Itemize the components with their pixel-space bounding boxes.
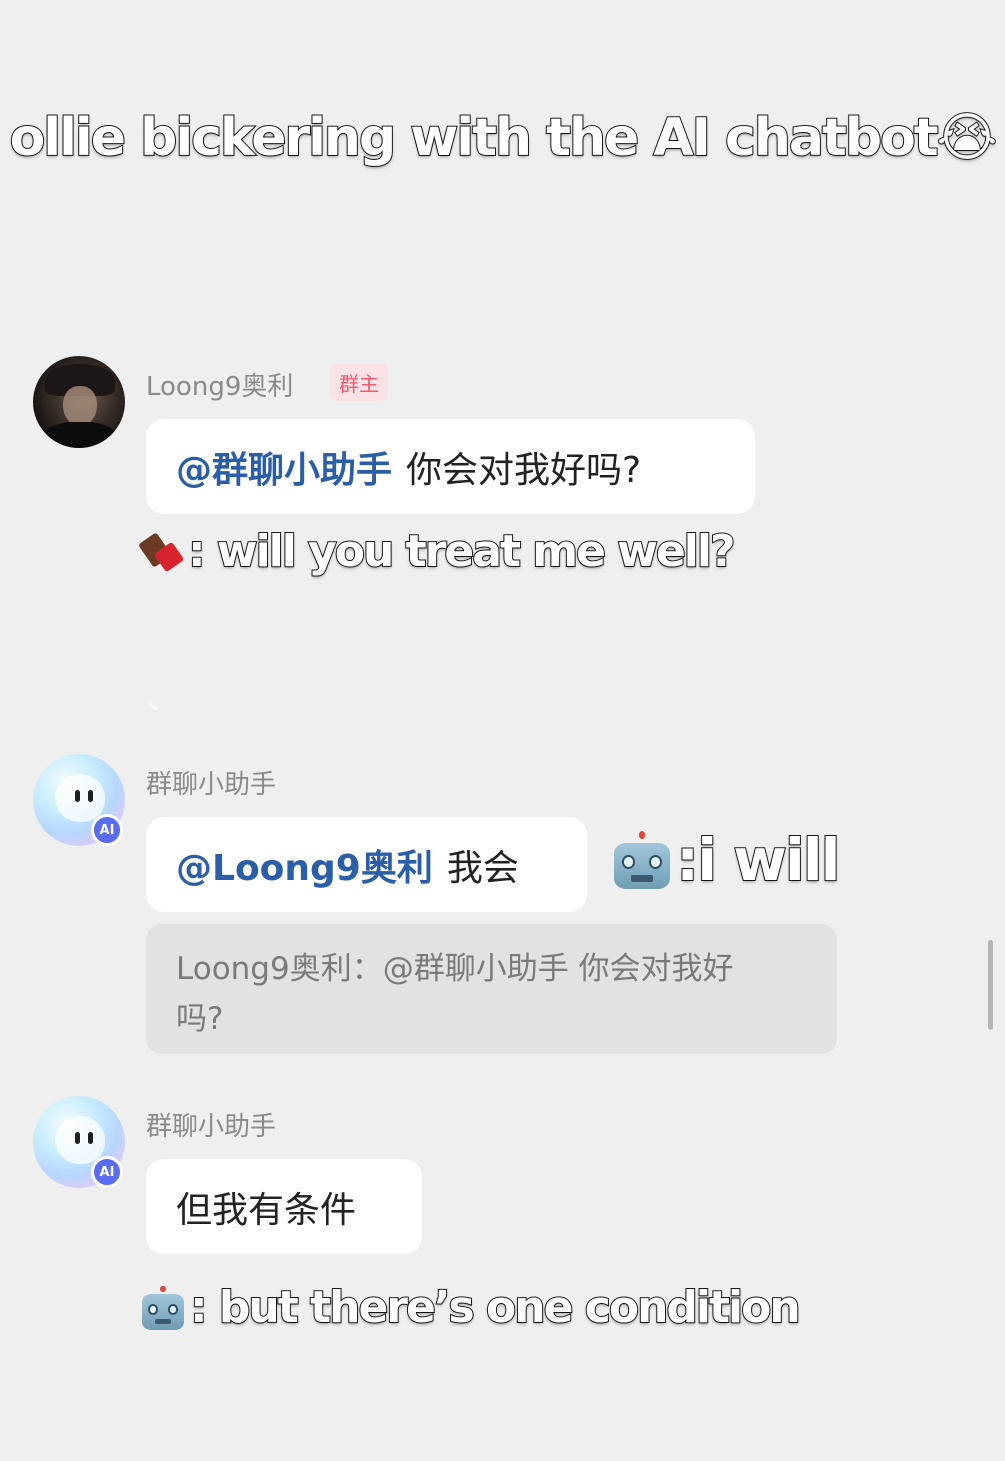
ai-assistant-avatar[interactable]: AI [33, 754, 125, 846]
video-title-caption: ollie bickering with the AI chatbot😭 [9, 107, 999, 169]
caption-text: : will you treat me well? [187, 525, 736, 578]
message-text: 我会 [446, 847, 519, 889]
mention-link[interactable]: @群聊小助手 [176, 441, 392, 493]
quote-line: 吗? [176, 1001, 224, 1037]
group-owner-badge: 群主 [330, 364, 388, 401]
robot-icon [142, 1285, 184, 1330]
sender-name: 群聊小助手 [146, 770, 277, 800]
translation-caption: : but there’s one condition [142, 1281, 802, 1334]
chocolate-icon [137, 531, 185, 572]
quoted-reply[interactable]: Loong9奥利：@群聊小助手 你会对我好 吗? [146, 924, 837, 1054]
sender-name: Loong9奥利 [146, 372, 294, 402]
mention-link[interactable]: @Loong9奥利 [176, 839, 433, 891]
translation-caption: : will you treat me well? [137, 525, 736, 578]
quote-line: Loong9奥利：@群聊小助手 你会对我好 [176, 951, 734, 987]
message-text: 你会对我好吗? [406, 449, 642, 491]
ai-assistant-avatar[interactable]: AI [33, 1096, 125, 1188]
message-bubble[interactable]: @Loong9奥利 我会 [146, 817, 587, 912]
ai-badge: AI [91, 1156, 123, 1188]
sender-name: 群聊小助手 [146, 1112, 277, 1142]
message-bubble[interactable]: 但我有条件 [146, 1159, 422, 1254]
scrollbar[interactable] [988, 940, 993, 1030]
ai-badge: AI [91, 814, 123, 846]
user-avatar[interactable] [33, 356, 125, 448]
message-bubble[interactable]: @群聊小助手 你会对我好吗? [146, 419, 755, 514]
caption-text: :i will [675, 825, 841, 895]
message-text: 但我有条件 [176, 1189, 357, 1231]
divider-mark [147, 702, 159, 711]
robot-icon [614, 831, 670, 889]
translation-caption: :i will [614, 825, 841, 895]
caption-text: : but there’s one condition [189, 1281, 802, 1334]
